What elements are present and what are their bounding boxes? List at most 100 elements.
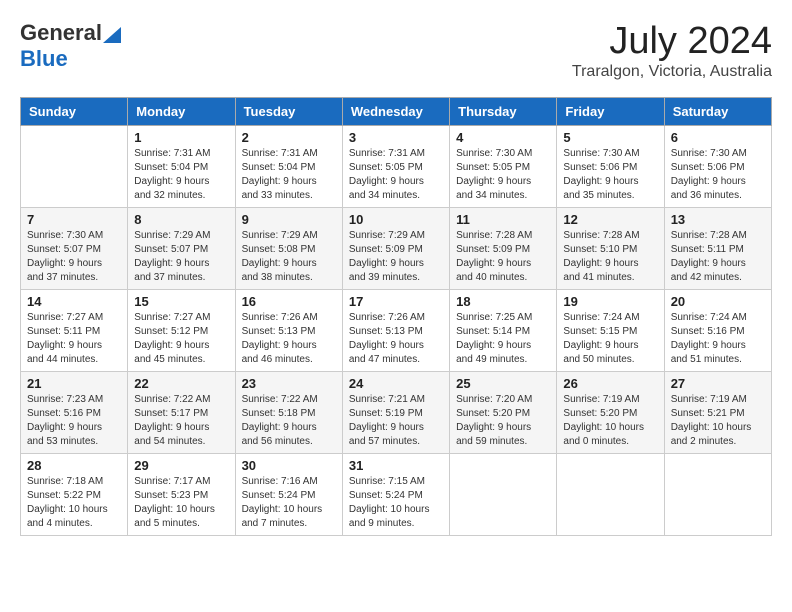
day-cell: 4 Sunrise: 7:30 AMSunset: 5:05 PMDayligh… [450, 126, 557, 208]
title-section: July 2024 Traralgon, Victoria, Australia [572, 20, 772, 81]
day-number: 28 [27, 458, 121, 473]
day-number: 4 [456, 130, 550, 145]
week-row-1: 1 Sunrise: 7:31 AMSunset: 5:04 PMDayligh… [21, 126, 772, 208]
day-info: Sunrise: 7:30 AMSunset: 5:05 PMDaylight:… [456, 147, 550, 203]
day-number: 19 [563, 294, 657, 309]
day-cell: 12 Sunrise: 7:28 AMSunset: 5:10 PMDaylig… [557, 208, 664, 290]
day-info: Sunrise: 7:30 AMSunset: 5:07 PMDaylight:… [27, 229, 121, 285]
day-cell: 13 Sunrise: 7:28 AMSunset: 5:11 PMDaylig… [664, 208, 771, 290]
day-info: Sunrise: 7:26 AMSunset: 5:13 PMDaylight:… [349, 311, 443, 367]
day-info: Sunrise: 7:29 AMSunset: 5:07 PMDaylight:… [134, 229, 228, 285]
day-number: 9 [242, 212, 336, 227]
day-number: 30 [242, 458, 336, 473]
day-info: Sunrise: 7:31 AMSunset: 5:05 PMDaylight:… [349, 147, 443, 203]
day-number: 29 [134, 458, 228, 473]
day-number: 11 [456, 212, 550, 227]
day-info: Sunrise: 7:16 AMSunset: 5:24 PMDaylight:… [242, 475, 336, 531]
day-cell: 15 Sunrise: 7:27 AMSunset: 5:12 PMDaylig… [128, 290, 235, 372]
day-info: Sunrise: 7:25 AMSunset: 5:14 PMDaylight:… [456, 311, 550, 367]
day-number: 20 [671, 294, 765, 309]
header-saturday: Saturday [664, 98, 771, 126]
header-sunday: Sunday [21, 98, 128, 126]
header-friday: Friday [557, 98, 664, 126]
day-info: Sunrise: 7:28 AMSunset: 5:11 PMDaylight:… [671, 229, 765, 285]
day-info: Sunrise: 7:21 AMSunset: 5:19 PMDaylight:… [349, 393, 443, 449]
day-cell [664, 454, 771, 536]
day-cell: 20 Sunrise: 7:24 AMSunset: 5:16 PMDaylig… [664, 290, 771, 372]
day-cell: 11 Sunrise: 7:28 AMSunset: 5:09 PMDaylig… [450, 208, 557, 290]
day-cell: 16 Sunrise: 7:26 AMSunset: 5:13 PMDaylig… [235, 290, 342, 372]
day-cell: 10 Sunrise: 7:29 AMSunset: 5:09 PMDaylig… [342, 208, 449, 290]
day-cell: 8 Sunrise: 7:29 AMSunset: 5:07 PMDayligh… [128, 208, 235, 290]
calendar-table: SundayMondayTuesdayWednesdayThursdayFrid… [20, 97, 772, 536]
day-number: 3 [349, 130, 443, 145]
day-info: Sunrise: 7:30 AMSunset: 5:06 PMDaylight:… [563, 147, 657, 203]
day-number: 16 [242, 294, 336, 309]
day-info: Sunrise: 7:29 AMSunset: 5:09 PMDaylight:… [349, 229, 443, 285]
week-row-4: 21 Sunrise: 7:23 AMSunset: 5:16 PMDaylig… [21, 372, 772, 454]
day-cell: 29 Sunrise: 7:17 AMSunset: 5:23 PMDaylig… [128, 454, 235, 536]
day-cell: 7 Sunrise: 7:30 AMSunset: 5:07 PMDayligh… [21, 208, 128, 290]
day-info: Sunrise: 7:31 AMSunset: 5:04 PMDaylight:… [242, 147, 336, 203]
day-info: Sunrise: 7:22 AMSunset: 5:18 PMDaylight:… [242, 393, 336, 449]
day-info: Sunrise: 7:27 AMSunset: 5:11 PMDaylight:… [27, 311, 121, 367]
day-number: 22 [134, 376, 228, 391]
day-info: Sunrise: 7:24 AMSunset: 5:15 PMDaylight:… [563, 311, 657, 367]
day-number: 23 [242, 376, 336, 391]
day-cell: 25 Sunrise: 7:20 AMSunset: 5:20 PMDaylig… [450, 372, 557, 454]
day-cell [21, 126, 128, 208]
header-monday: Monday [128, 98, 235, 126]
day-cell [450, 454, 557, 536]
day-cell: 23 Sunrise: 7:22 AMSunset: 5:18 PMDaylig… [235, 372, 342, 454]
logo: General Blue [20, 20, 122, 72]
day-cell: 28 Sunrise: 7:18 AMSunset: 5:22 PMDaylig… [21, 454, 128, 536]
day-number: 8 [134, 212, 228, 227]
day-cell: 1 Sunrise: 7:31 AMSunset: 5:04 PMDayligh… [128, 126, 235, 208]
day-number: 1 [134, 130, 228, 145]
day-info: Sunrise: 7:24 AMSunset: 5:16 PMDaylight:… [671, 311, 765, 367]
page-header: General Blue July 2024 Traralgon, Victor… [20, 20, 772, 81]
header-wednesday: Wednesday [342, 98, 449, 126]
day-cell: 14 Sunrise: 7:27 AMSunset: 5:11 PMDaylig… [21, 290, 128, 372]
day-cell: 19 Sunrise: 7:24 AMSunset: 5:15 PMDaylig… [557, 290, 664, 372]
day-cell: 31 Sunrise: 7:15 AMSunset: 5:24 PMDaylig… [342, 454, 449, 536]
header-thursday: Thursday [450, 98, 557, 126]
day-number: 10 [349, 212, 443, 227]
day-cell: 27 Sunrise: 7:19 AMSunset: 5:21 PMDaylig… [664, 372, 771, 454]
header-tuesday: Tuesday [235, 98, 342, 126]
day-number: 2 [242, 130, 336, 145]
logo-triangle-icon [103, 23, 121, 43]
day-number: 14 [27, 294, 121, 309]
day-number: 12 [563, 212, 657, 227]
logo-general: General [20, 20, 102, 46]
day-info: Sunrise: 7:19 AMSunset: 5:20 PMDaylight:… [563, 393, 657, 449]
day-info: Sunrise: 7:17 AMSunset: 5:23 PMDaylight:… [134, 475, 228, 531]
week-row-3: 14 Sunrise: 7:27 AMSunset: 5:11 PMDaylig… [21, 290, 772, 372]
day-info: Sunrise: 7:20 AMSunset: 5:20 PMDaylight:… [456, 393, 550, 449]
day-info: Sunrise: 7:28 AMSunset: 5:09 PMDaylight:… [456, 229, 550, 285]
day-cell: 3 Sunrise: 7:31 AMSunset: 5:05 PMDayligh… [342, 126, 449, 208]
day-info: Sunrise: 7:18 AMSunset: 5:22 PMDaylight:… [27, 475, 121, 531]
day-info: Sunrise: 7:28 AMSunset: 5:10 PMDaylight:… [563, 229, 657, 285]
day-info: Sunrise: 7:30 AMSunset: 5:06 PMDaylight:… [671, 147, 765, 203]
day-number: 26 [563, 376, 657, 391]
day-number: 27 [671, 376, 765, 391]
day-number: 31 [349, 458, 443, 473]
week-row-5: 28 Sunrise: 7:18 AMSunset: 5:22 PMDaylig… [21, 454, 772, 536]
day-number: 6 [671, 130, 765, 145]
day-cell [557, 454, 664, 536]
day-number: 5 [563, 130, 657, 145]
day-info: Sunrise: 7:31 AMSunset: 5:04 PMDaylight:… [134, 147, 228, 203]
day-number: 25 [456, 376, 550, 391]
day-cell: 30 Sunrise: 7:16 AMSunset: 5:24 PMDaylig… [235, 454, 342, 536]
day-cell: 9 Sunrise: 7:29 AMSunset: 5:08 PMDayligh… [235, 208, 342, 290]
location-label: Traralgon, Victoria, Australia [572, 63, 772, 81]
day-info: Sunrise: 7:22 AMSunset: 5:17 PMDaylight:… [134, 393, 228, 449]
day-cell: 17 Sunrise: 7:26 AMSunset: 5:13 PMDaylig… [342, 290, 449, 372]
day-number: 15 [134, 294, 228, 309]
day-cell: 2 Sunrise: 7:31 AMSunset: 5:04 PMDayligh… [235, 126, 342, 208]
day-number: 17 [349, 294, 443, 309]
day-number: 18 [456, 294, 550, 309]
day-info: Sunrise: 7:23 AMSunset: 5:16 PMDaylight:… [27, 393, 121, 449]
calendar-header-row: SundayMondayTuesdayWednesdayThursdayFrid… [21, 98, 772, 126]
